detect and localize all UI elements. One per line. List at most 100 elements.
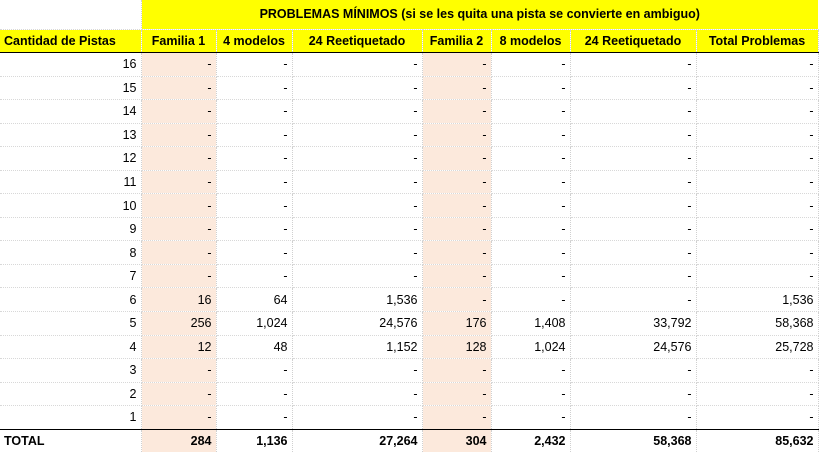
cell-familia-2[interactable]: - [422, 405, 492, 430]
cell-familia-2-reetiquetado[interactable]: - [570, 146, 697, 171]
cell-familia-1-reetiquetado[interactable]: - [292, 123, 423, 148]
cell-familia-2-modelos[interactable]: - [491, 146, 571, 171]
cell-total-problemas[interactable]: - [696, 382, 819, 407]
cell-familia-2-reetiquetado[interactable]: - [570, 76, 697, 101]
cell-familia-2[interactable]: - [422, 146, 492, 171]
cell-familia-1-reetiquetado[interactable]: - [292, 146, 423, 171]
cell-familia-2-reetiquetado[interactable]: - [570, 240, 697, 265]
cell-familia-1-reetiquetado[interactable]: - [292, 76, 423, 101]
cell-familia-1-modelos[interactable]: - [216, 264, 293, 289]
cell-pistas[interactable]: 3 [0, 358, 142, 383]
cell-pistas[interactable]: 1 [0, 405, 142, 430]
cell-familia-2-reetiquetado[interactable]: - [570, 52, 697, 77]
cell-pistas[interactable]: 16 [0, 52, 142, 77]
cell-familia-1-modelos[interactable]: - [216, 52, 293, 77]
cell-familia-2-modelos[interactable]: - [491, 76, 571, 101]
cell-familia-2[interactable]: - [422, 76, 492, 101]
cell-familia-1[interactable]: - [141, 193, 217, 218]
cell-familia-1[interactable]: - [141, 264, 217, 289]
cell-familia-1-modelos[interactable]: - [216, 358, 293, 383]
cell-familia-1-modelos[interactable]: - [216, 99, 293, 124]
cell-familia-2-modelos[interactable]: - [491, 99, 571, 124]
header-familia-2-reetiquetado[interactable]: 24 Reetiquetado [570, 29, 697, 53]
cell-familia-1-reetiquetado[interactable]: 1,152 [292, 335, 423, 360]
cell-familia-2-modelos[interactable]: - [491, 240, 571, 265]
cell-familia-2-modelos[interactable]: - [491, 52, 571, 77]
header-familia-1-modelos[interactable]: 4 modelos [216, 29, 293, 53]
cell-familia-2-modelos[interactable]: - [491, 170, 571, 195]
cell-pistas[interactable]: 14 [0, 99, 142, 124]
cell-pistas[interactable]: 4 [0, 335, 142, 360]
cell-familia-2[interactable]: - [422, 193, 492, 218]
cell-familia-1-reetiquetado[interactable]: 1,536 [292, 287, 423, 313]
cell-total-problemas[interactable]: 25,728 [696, 335, 819, 360]
cell-familia-1[interactable]: - [141, 146, 217, 171]
cell-familia-2-modelos[interactable]: - [491, 193, 571, 218]
cell-familia-2-reetiquetado[interactable]: - [570, 170, 697, 195]
cell-total-problemas[interactable]: 58,368 [696, 311, 819, 336]
cell-familia-1-modelos[interactable]: 48 [216, 335, 293, 360]
cell-total-problemas[interactable]: - [696, 358, 819, 383]
cell-familia-2-modelos[interactable]: - [491, 358, 571, 383]
cell-pistas[interactable]: 2 [0, 382, 142, 407]
cell-familia-1-reetiquetado[interactable]: 24,576 [292, 311, 423, 336]
cell-familia-2-modelos[interactable]: 1,024 [491, 335, 571, 360]
cell-total-problemas[interactable]: - [696, 52, 819, 77]
cell-pistas[interactable]: 5 [0, 311, 142, 336]
cell-familia-2-modelos[interactable]: - [491, 264, 571, 289]
cell-familia-1-modelos[interactable]: - [216, 170, 293, 195]
cell-familia-1[interactable]: - [141, 405, 217, 430]
cell-familia-2[interactable]: - [422, 170, 492, 195]
cell-familia-1[interactable]: - [141, 382, 217, 407]
cell-familia-2-reetiquetado[interactable]: 24,576 [570, 335, 697, 360]
cell-total-problemas[interactable]: - [696, 146, 819, 171]
total-familia-1[interactable]: 284 [141, 428, 217, 452]
total-familia-1-reetiquetado[interactable]: 27,264 [292, 428, 423, 452]
total-familia-2-modelos[interactable]: 2,432 [491, 428, 571, 452]
cell-familia-2-reetiquetado[interactable]: - [570, 382, 697, 407]
cell-familia-1-reetiquetado[interactable]: - [292, 170, 423, 195]
header-familia-2-modelos[interactable]: 8 modelos [491, 29, 571, 53]
total-familia-2-reetiquetado[interactable]: 58,368 [570, 428, 697, 452]
cell-familia-1[interactable]: 12 [141, 335, 217, 360]
cell-familia-1-modelos[interactable]: 1,024 [216, 311, 293, 336]
cell-familia-2-modelos[interactable]: 1,408 [491, 311, 571, 336]
cell-pistas[interactable]: 11 [0, 170, 142, 195]
cell-familia-1-modelos[interactable]: - [216, 217, 293, 242]
cell-familia-1-reetiquetado[interactable]: - [292, 52, 423, 77]
total-familia-1-modelos[interactable]: 1,136 [216, 428, 293, 452]
cell-familia-2-reetiquetado[interactable]: - [570, 193, 697, 218]
cell-familia-1-reetiquetado[interactable]: - [292, 217, 423, 242]
cell-familia-1-reetiquetado[interactable]: - [292, 382, 423, 407]
cell-familia-1[interactable]: 256 [141, 311, 217, 336]
cell-familia-1-modelos[interactable]: - [216, 76, 293, 101]
table-title[interactable]: PROBLEMAS MÍNIMOS (si se les quita una p… [141, 0, 818, 30]
cell-pistas[interactable]: 7 [0, 264, 142, 289]
cell-familia-2-reetiquetado[interactable]: - [570, 405, 697, 430]
cell-familia-2[interactable]: - [422, 382, 492, 407]
cell-familia-1-modelos[interactable]: - [216, 382, 293, 407]
cell-familia-2[interactable]: - [422, 240, 492, 265]
total-total-problemas[interactable]: 85,632 [696, 428, 819, 452]
header-total-problemas[interactable]: Total Problemas [696, 29, 819, 53]
cell-total-problemas[interactable]: - [696, 99, 819, 124]
cell-familia-2-reetiquetado[interactable]: - [570, 264, 697, 289]
cell-familia-2-reetiquetado[interactable]: 33,792 [570, 311, 697, 336]
cell-familia-2[interactable]: - [422, 99, 492, 124]
cell-familia-2-modelos[interactable]: - [491, 287, 571, 313]
cell-familia-2[interactable]: 128 [422, 335, 492, 360]
cell-familia-1-modelos[interactable]: - [216, 405, 293, 430]
total-label[interactable]: TOTAL [0, 428, 142, 452]
cell-pistas[interactable]: 13 [0, 123, 142, 148]
cell-familia-1-modelos[interactable]: - [216, 193, 293, 218]
cell-familia-2-modelos[interactable]: - [491, 217, 571, 242]
cell-familia-1[interactable]: - [141, 99, 217, 124]
cell-familia-2[interactable]: - [422, 217, 492, 242]
cell-familia-1[interactable]: - [141, 217, 217, 242]
cell-total-problemas[interactable]: - [696, 76, 819, 101]
empty-cell[interactable] [0, 0, 142, 30]
cell-familia-1[interactable]: - [141, 76, 217, 101]
cell-pistas[interactable]: 9 [0, 217, 142, 242]
cell-familia-2[interactable]: - [422, 358, 492, 383]
header-cantidad-pistas[interactable]: Cantidad de Pistas [0, 29, 142, 53]
